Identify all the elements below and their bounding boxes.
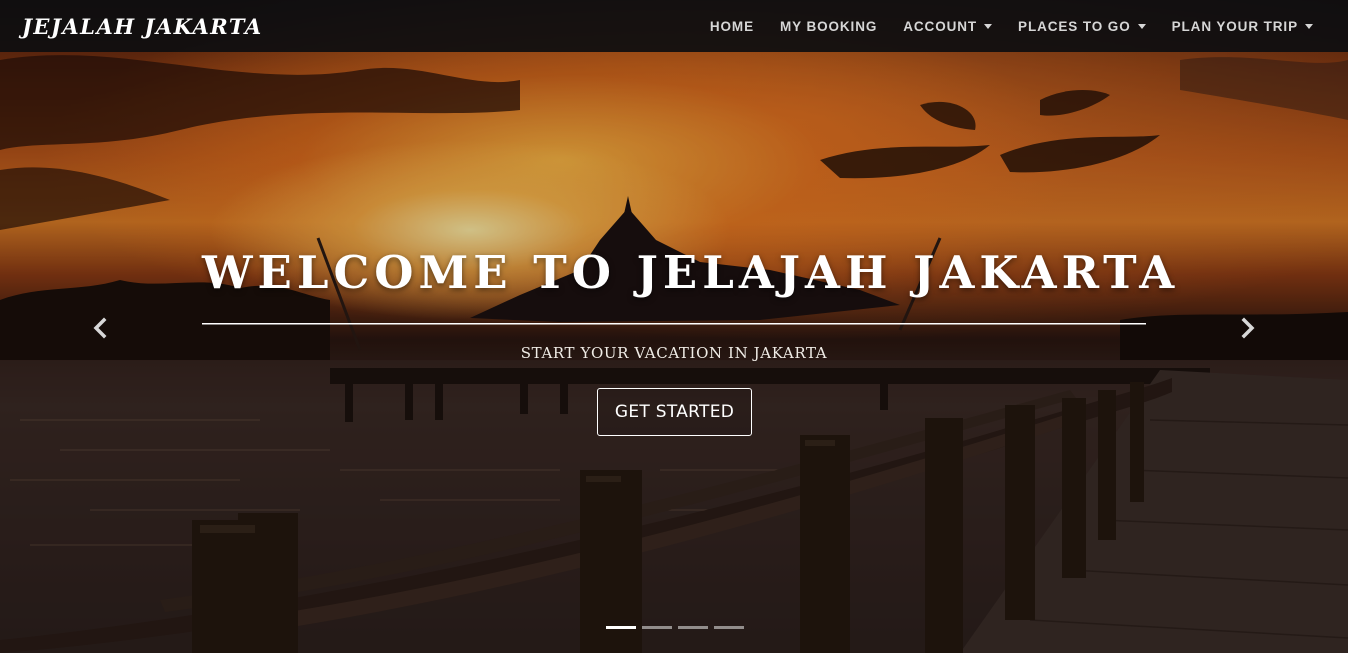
carousel-indicator[interactable] bbox=[714, 626, 744, 629]
get-started-button[interactable]: GET STARTED bbox=[597, 388, 752, 436]
chevron-left-icon bbox=[93, 317, 107, 339]
carousel-next-button[interactable] bbox=[1236, 314, 1260, 342]
carousel-indicator[interactable] bbox=[606, 626, 636, 629]
carousel-caption: WELCOME TO JELAJAH JAKARTA START YOUR VA… bbox=[0, 0, 1348, 653]
hero-subtitle: START YOUR VACATION IN JAKARTA bbox=[520, 344, 828, 362]
carousel-indicators bbox=[606, 626, 744, 629]
hero-title: WELCOME TO JELAJAH JAKARTA bbox=[202, 246, 1180, 299]
carousel-prev-button[interactable] bbox=[88, 314, 112, 342]
chevron-right-icon bbox=[1241, 317, 1255, 339]
carousel-indicator[interactable] bbox=[642, 626, 672, 629]
title-divider bbox=[202, 323, 1146, 325]
carousel-indicator[interactable] bbox=[678, 626, 708, 629]
